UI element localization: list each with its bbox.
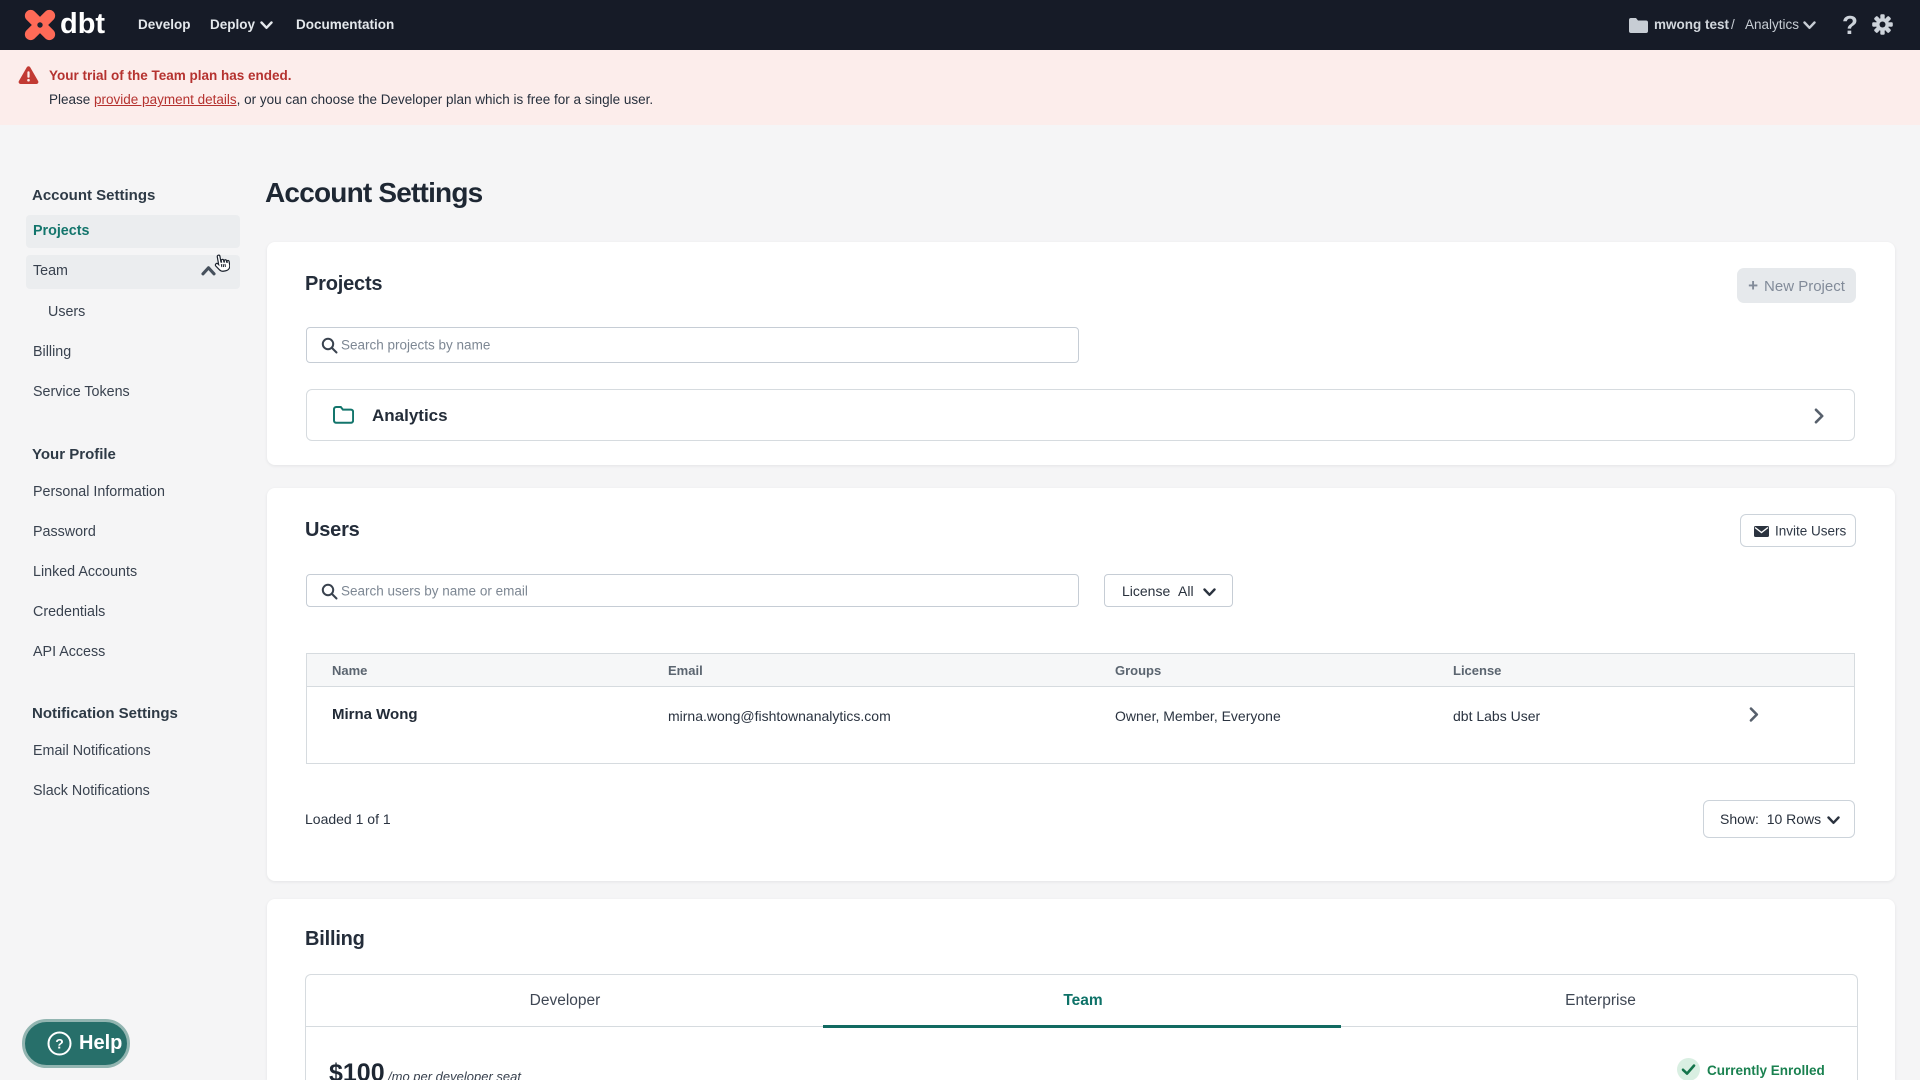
svg-text:?: ? — [55, 1036, 64, 1052]
